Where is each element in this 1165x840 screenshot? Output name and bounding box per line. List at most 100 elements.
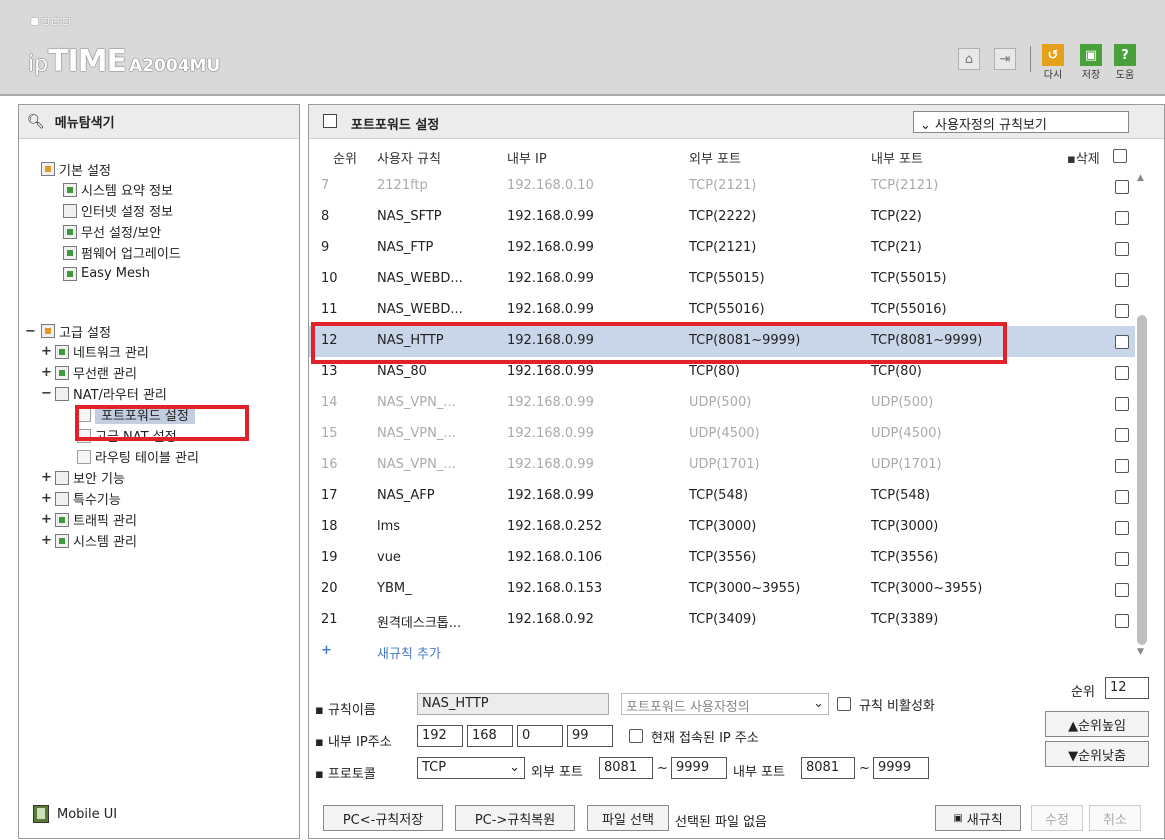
restore-from-pc-button[interactable]: PC->규칙복원 [455,805,575,831]
row-checkbox[interactable] [1115,273,1129,287]
row-checkbox[interactable] [1115,552,1129,566]
cancel-button[interactable]: 취소 [1089,805,1141,831]
table-row[interactable]: 21 원격데스크톱... 192.168.0.92 TCP(3409) TCP(… [309,605,1135,636]
row-checkbox[interactable] [1115,180,1129,194]
collapse-icon[interactable]: − [25,324,41,339]
add-rule-row[interactable]: + 새규칙 추가 [309,636,1135,664]
table-row[interactable]: 20 YBM_ 192.168.0.153 TCP(3000~3955) TCP… [309,574,1135,605]
tree-item-label: NAT/라우터 관리 [73,388,167,403]
disable-rule-checkbox[interactable] [837,697,851,711]
table-row[interactable]: 14 NAS_VPN_... 192.168.0.99 UDP(500) UDP… [309,388,1135,419]
table-row[interactable]: 15 NAS_VPN_... 192.168.0.99 UDP(4500) UD… [309,419,1135,450]
cell-rule: NAS_AFP [377,488,435,503]
tree-basic-header[interactable]: 기본 설정 [41,159,181,179]
tree-item-wireless[interactable]: 무선 설정/보안 [63,221,181,242]
expand-icon[interactable]: + [41,365,55,380]
row-checkbox[interactable] [1115,304,1129,318]
table-row[interactable]: 18 lms 192.168.0.252 TCP(3000) TCP(3000) [309,512,1135,543]
table-row[interactable]: 9 NAS_FTP 192.168.0.99 TCP(2121) TCP(21) [309,233,1135,264]
cell-ip: 192.168.0.99 [507,457,594,472]
scroll-down-icon[interactable]: ▼ [1137,647,1144,657]
int-port-from-input[interactable]: 8081 [801,757,855,779]
ip-octet-3[interactable]: 0 [517,725,563,747]
seq-input[interactable]: 12 [1105,677,1149,699]
expand-icon[interactable]: + [41,533,55,548]
expand-icon[interactable]: + [41,491,55,506]
tree-item-system[interactable]: + 시스템 관리 [41,530,199,551]
tree-item-special[interactable]: + 특수기능 [41,488,199,509]
tree-item-routing-table[interactable]: 라우팅 테이블 관리 [77,446,199,467]
tree-advanced-header[interactable]: − 고급 설정 [25,321,199,341]
expand-icon[interactable]: + [41,512,55,527]
table-row[interactable]: 16 NAS_VPN_... 192.168.0.99 UDP(1701) UD… [309,450,1135,481]
expand-icon[interactable]: + [41,470,55,485]
ip-octet-1[interactable]: 192 [417,725,463,747]
new-rule-label: 새규칙 [966,812,1003,828]
row-checkbox[interactable] [1115,397,1129,411]
ext-port-from-input[interactable]: 8081 [599,757,653,779]
new-rule-button[interactable]: ▣ 새규칙 [935,805,1021,831]
tree-item-security[interactable]: + 보안 기능 [41,467,199,488]
protocol-select[interactable]: TCP ⌄ [417,757,525,779]
row-checkbox[interactable] [1115,490,1129,504]
view-rules-select[interactable]: ⌄ 사용자정의 규칙보기 [913,111,1129,133]
tree-item-wireless-lan[interactable]: + 무선랜 관리 [41,362,199,383]
table-row[interactable]: 10 NAS_WEBD... 192.168.0.99 TCP(55015) T… [309,264,1135,295]
tree-item-nat-router[interactable]: − NAT/라우터 관리 [41,383,199,404]
reload-button[interactable]: ↺ 다시 [1040,44,1066,81]
help-button[interactable]: ? 도움 [1112,44,1138,81]
row-checkbox[interactable] [1115,521,1129,535]
cell-ext: TCP(2121) [689,240,757,255]
router-icon [55,386,69,401]
row-checkbox[interactable] [1115,614,1129,628]
select-all-checkbox[interactable] [1113,149,1127,163]
table-row[interactable]: 7 2121ftp 192.168.0.10 TCP(2121) TCP(212… [309,171,1135,202]
row-checkbox[interactable] [1115,459,1129,473]
save-to-pc-button[interactable]: PC<-규칙저장 [323,805,443,831]
range-separator: ~ [657,761,668,776]
tree-item-traffic[interactable]: + 트래픽 관리 [41,509,199,530]
cell-rule: NAS_VPN_... [377,457,456,472]
expand-icon[interactable]: + [41,344,55,359]
row-checkbox[interactable] [1115,366,1129,380]
cell-ext: TCP(2222) [689,209,757,224]
tree-item-system-summary[interactable]: 시스템 요약 정보 [63,179,181,200]
table-row[interactable]: 19 vue 192.168.0.106 TCP(3556) TCP(3556) [309,543,1135,574]
chevron-down-icon: ⌄ [813,696,824,711]
mobile-icon [33,805,49,823]
cell-ext: UDP(500) [689,395,752,410]
row-checkbox[interactable] [1115,428,1129,442]
ext-port-to-input[interactable]: 9999 [671,757,727,779]
save-button[interactable]: ▣ 저장 [1078,44,1104,81]
protocol-label: ▪ 프로토콜 [315,767,376,782]
int-port-to-input[interactable]: 9999 [873,757,929,779]
table-row[interactable]: 17 NAS_AFP 192.168.0.99 TCP(548) TCP(548… [309,481,1135,512]
tree-item-network[interactable]: + 네트워크 관리 [41,341,199,362]
row-checkbox[interactable] [1115,583,1129,597]
folder-icon [41,324,55,338]
tree-item-internet-info[interactable]: 인터넷 설정 정보 [63,200,181,221]
modify-button[interactable]: 수정 [1031,805,1083,831]
rank-up-button[interactable]: ▲순위높임 [1045,711,1149,737]
tree-item-easy-mesh[interactable]: Easy Mesh [63,263,181,284]
ip-octet-2[interactable]: 168 [467,725,513,747]
scrollbar-thumb[interactable] [1137,315,1147,645]
collapse-icon[interactable]: − [41,386,55,401]
current-ip-checkbox[interactable] [629,729,643,743]
row-checkbox[interactable] [1115,242,1129,256]
rank-down-button[interactable]: ▼순위낮춤 [1045,741,1149,767]
table-row[interactable]: 8 NAS_SFTP 192.168.0.99 TCP(2222) TCP(22… [309,202,1135,233]
cell-ip: 192.168.0.99 [507,209,594,224]
logout-icon[interactable]: ⇥ [994,48,1016,70]
row-checkbox[interactable] [1115,335,1129,349]
mobile-ui-link[interactable]: Mobile UI [33,805,117,823]
home-icon[interactable]: ⌂ [958,48,980,70]
ip-octet-4[interactable]: 99 [567,725,613,747]
file-select-button[interactable]: 파일 선택 [587,805,669,831]
rule-type-select[interactable]: 포트포워드 사용자정의 ⌄ [621,693,829,715]
scroll-up-icon[interactable]: ▲ [1137,173,1144,183]
rule-name-input[interactable]: NAS_HTTP [417,693,609,715]
row-checkbox[interactable] [1115,211,1129,225]
tree-item-firmware[interactable]: 펌웨어 업그레이드 [63,242,181,263]
cell-int: TCP(548) [871,488,931,503]
